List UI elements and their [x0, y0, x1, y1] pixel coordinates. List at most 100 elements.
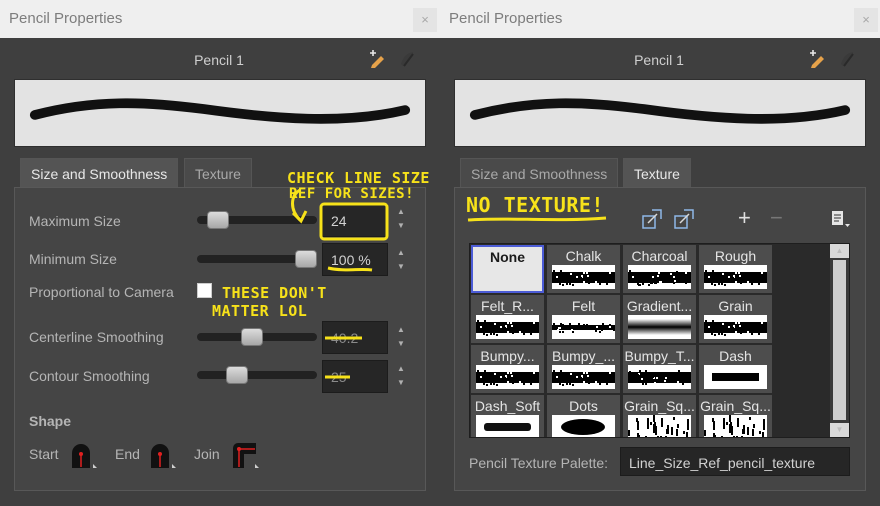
- tab-texture[interactable]: Texture: [623, 158, 691, 188]
- texture-cell[interactable]: Dash_Soft: [471, 395, 544, 437]
- minimum-size-spinner[interactable]: ▲ ▼: [396, 246, 406, 274]
- texture-cell[interactable]: Bumpy_T...: [623, 345, 696, 393]
- export-texture-icon[interactable]: [672, 207, 696, 231]
- texture-swatch: [552, 315, 615, 339]
- title-bar: Pencil Properties ×: [440, 0, 880, 38]
- pencil-style-icon[interactable]: [398, 49, 418, 69]
- contour-smoothing-input[interactable]: 25: [322, 360, 388, 393]
- proportional-to-camera-label: Proportional to Camera: [29, 284, 174, 300]
- annotation-no-texture: NO TEXTURE!: [466, 193, 604, 217]
- texture-cell[interactable]: Rough: [699, 245, 772, 293]
- contour-smoothing-spinner[interactable]: ▲ ▼: [396, 362, 406, 390]
- minimum-size-slider[interactable]: [197, 250, 317, 268]
- maximum-size-slider-thumb[interactable]: [207, 211, 229, 229]
- tab-texture[interactable]: Texture: [184, 158, 252, 187]
- texture-cell[interactable]: Gradient...: [623, 295, 696, 343]
- texture-swatch: [704, 315, 767, 339]
- scroll-down-arrow-icon[interactable]: ▼: [830, 423, 849, 437]
- texture-name: Gradient...: [626, 298, 693, 314]
- texture-name: Felt_R...: [481, 298, 534, 314]
- texture-cell[interactable]: None: [471, 245, 544, 293]
- start-label: Start: [29, 446, 59, 462]
- texture-swatch: [628, 265, 691, 289]
- texture-cell[interactable]: Dash: [699, 345, 772, 393]
- texture-grid: None Chalk Charcoal Rough Felt_R... Felt Gradi…: [469, 243, 850, 438]
- texture-grid-scrollbar[interactable]: ▲ ▼: [830, 244, 849, 437]
- texture-name: Grain_Sq...: [700, 398, 771, 414]
- shape-section-title: Shape: [29, 413, 72, 429]
- texture-swatch: [704, 365, 767, 389]
- texture-swatch: [552, 265, 615, 289]
- pencil-properties-panel-left: Pencil Properties × Pencil 1 Size and Sm…: [0, 0, 440, 506]
- texture-menu-icon[interactable]: [828, 207, 852, 231]
- texture-name: Felt: [571, 298, 596, 314]
- texture-name: Dash_Soft: [474, 398, 541, 414]
- pencil-name: Pencil 1: [194, 52, 244, 68]
- texture-cell[interactable]: Grain_Sq...: [699, 395, 772, 437]
- texture-cell[interactable]: Bumpy...: [471, 345, 544, 393]
- maximum-size-input[interactable]: 24: [322, 204, 388, 237]
- texture-swatch: [552, 365, 615, 389]
- minimum-size-label: Minimum Size: [29, 251, 117, 267]
- import-texture-icon[interactable]: [640, 207, 664, 231]
- texture-cell[interactable]: Felt_R...: [471, 295, 544, 343]
- window-title: Pencil Properties: [9, 10, 123, 27]
- minimum-size-input[interactable]: 100 %: [322, 243, 388, 276]
- texture-cell[interactable]: Felt: [547, 295, 620, 343]
- new-pencil-icon[interactable]: [368, 49, 388, 69]
- texture-name: None: [490, 249, 525, 265]
- contour-smoothing-slider[interactable]: [197, 366, 317, 384]
- annotation-these-dont: THESE DON'T: [222, 284, 327, 302]
- texture-name: Dots: [569, 398, 598, 414]
- pencil-name: Pencil 1: [634, 52, 684, 68]
- annotation-matter-lol: MATTER LOL: [212, 302, 308, 320]
- texture-cell[interactable]: Charcoal: [623, 245, 696, 293]
- close-button[interactable]: ×: [413, 8, 437, 32]
- stroke-preview: [14, 79, 426, 147]
- texture-name: Rough: [714, 248, 757, 264]
- texture-swatch: [628, 415, 691, 437]
- maximum-size-slider[interactable]: [197, 211, 317, 229]
- centerline-smoothing-spinner[interactable]: ▲ ▼: [396, 323, 406, 351]
- annotation-check-line-size: CHECK LINE SIZE: [287, 169, 430, 187]
- proportional-to-camera-checkbox[interactable]: [197, 283, 212, 298]
- texture-swatch: [552, 415, 615, 437]
- contour-smoothing-slider-thumb[interactable]: [226, 366, 248, 384]
- new-pencil-icon[interactable]: [808, 49, 828, 69]
- tab-size-and-smoothness[interactable]: Size and Smoothness: [460, 158, 619, 187]
- minimum-size-slider-thumb[interactable]: [295, 250, 317, 268]
- centerline-smoothing-slider[interactable]: [197, 328, 317, 346]
- texture-swatch: [476, 365, 539, 389]
- annotation-ref-for-sizes: REF FOR SIZES!: [289, 186, 415, 202]
- end-cap-icon[interactable]: [147, 440, 177, 470]
- texture-cell[interactable]: Grain: [699, 295, 772, 343]
- texture-swatch: [628, 315, 691, 339]
- texture-name: Chalk: [565, 248, 602, 264]
- texture-swatch: [476, 315, 539, 339]
- remove-texture-button[interactable]: −: [770, 205, 783, 231]
- centerline-smoothing-slider-thumb[interactable]: [241, 328, 263, 346]
- centerline-smoothing-input[interactable]: 40.2: [322, 321, 388, 354]
- scroll-up-arrow-icon[interactable]: ▲: [830, 244, 849, 258]
- texture-cell[interactable]: Chalk: [547, 245, 620, 293]
- tab-size-and-smoothness[interactable]: Size and Smoothness: [20, 158, 179, 188]
- texture-name: Charcoal: [631, 248, 688, 264]
- add-texture-button[interactable]: +: [738, 205, 751, 231]
- pencil-style-icon[interactable]: [838, 49, 858, 69]
- texture-name: Bumpy_T...: [624, 348, 695, 364]
- texture-cell[interactable]: Grain_Sq...: [623, 395, 696, 437]
- scrollbar-thumb[interactable]: [833, 260, 846, 420]
- start-cap-icon[interactable]: [68, 440, 98, 470]
- maximum-size-spinner[interactable]: ▲ ▼: [396, 205, 406, 233]
- join-style-icon[interactable]: [230, 440, 260, 470]
- pencil-texture-palette-field[interactable]: Line_Size_Ref_pencil_texture: [620, 447, 850, 476]
- centerline-smoothing-label: Centerline Smoothing: [29, 329, 164, 345]
- contour-smoothing-label: Contour Smoothing: [29, 368, 150, 384]
- texture-cell[interactable]: Dots: [547, 395, 620, 437]
- texture-name: Bumpy_...: [551, 348, 616, 364]
- join-label: Join: [194, 446, 220, 462]
- texture-name: Bumpy...: [480, 348, 535, 364]
- close-button[interactable]: ×: [854, 8, 878, 32]
- texture-cell[interactable]: Bumpy_...: [547, 345, 620, 393]
- pencil-texture-palette-label: Pencil Texture Palette:: [469, 455, 609, 471]
